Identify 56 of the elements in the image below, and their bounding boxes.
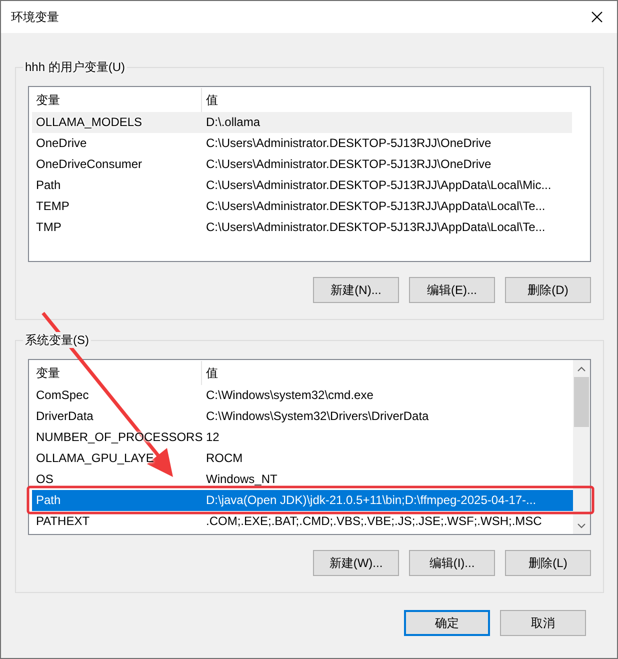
list-row[interactable]: OS Windows_NT bbox=[32, 469, 573, 490]
window-title: 环境变量 bbox=[11, 9, 59, 26]
variable-name: OneDrive bbox=[35, 135, 88, 152]
group-label: hhh 的用户变量(U) bbox=[23, 59, 128, 75]
variable-value: C:\Users\Administrator.DESKTOP-5J13RJJ\AppData\Local\Te... bbox=[205, 198, 546, 215]
variable-name: Path bbox=[35, 492, 62, 509]
variable-name: OS bbox=[35, 471, 54, 488]
variable-value: C:\Users\Administrator.DESKTOP-5J13RJJ\OneDrive bbox=[205, 135, 492, 152]
list-row[interactable]: PATHEXT .COM;.EXE;.BAT;.CMD;.VBS;.VBE;.JS;.JSE;.WSF;.WSH;.MSC bbox=[32, 511, 573, 532]
variable-value: C:\Users\Administrator.DESKTOP-5J13RJJ\AppData\Local\Mic... bbox=[205, 177, 552, 194]
close-icon bbox=[591, 11, 603, 23]
list-row[interactable]: ComSpec C:\Windows\system32\cmd.exe bbox=[32, 385, 573, 406]
scroll-up-icon[interactable] bbox=[577, 366, 586, 372]
action-button[interactable]: 删除(D) bbox=[505, 277, 591, 303]
list-row[interactable]: OneDriveConsumer C:\Users\Administrator.DESKTOP-5J13RJJ\OneDrive bbox=[32, 154, 572, 175]
variable-name: OLLAMA_GPU_LAYE bbox=[35, 450, 155, 467]
variable-value: .COM;.EXE;.BAT;.CMD;.VBS;.VBE;.JS;.JSE;.WSF;.WSH;.MSC bbox=[205, 513, 542, 530]
variable-value: Windows_NT bbox=[205, 471, 278, 488]
dialog-button[interactable]: 确定 bbox=[404, 610, 490, 636]
list-row[interactable]: OLLAMA_MODELS D:\.ollama bbox=[32, 112, 572, 133]
variable-name: TEMP bbox=[35, 198, 70, 215]
variable-name: OneDriveConsumer bbox=[35, 156, 144, 173]
action-button[interactable]: 编辑(I)... bbox=[409, 550, 495, 576]
list-row[interactable]: Path D:\java(Open JDK)\jdk-21.0.5+11\bin;D:\ffmpeg-2025-04-17-... bbox=[32, 490, 573, 511]
variable-value: C:\Users\Administrator.DESKTOP-5J13RJJ\AppData\Local\Te... bbox=[205, 219, 546, 236]
variable-value: C:\Users\Administrator.DESKTOP-5J13RJJ\OneDrive bbox=[205, 156, 492, 173]
list-row[interactable]: OLLAMA_GPU_LAYE ROCM bbox=[32, 448, 573, 469]
list-row[interactable]: DriverData C:\Windows\System32\Drivers\DriverData bbox=[32, 406, 573, 427]
action-button[interactable]: 编辑(E)... bbox=[409, 277, 495, 303]
variable-name: DriverData bbox=[35, 408, 94, 425]
scroll-thumb[interactable] bbox=[574, 377, 589, 427]
variable-value: 12 bbox=[205, 429, 220, 446]
scrollbar[interactable] bbox=[573, 360, 590, 534]
variable-name: OLLAMA_MODELS bbox=[35, 114, 144, 131]
action-button[interactable]: 删除(L) bbox=[505, 550, 591, 576]
variable-name: ComSpec bbox=[35, 387, 90, 404]
variable-name: Path bbox=[35, 177, 62, 194]
list-row[interactable]: TMP C:\Users\Administrator.DESKTOP-5J13RJJ\AppData\Local\Te... bbox=[32, 217, 572, 238]
action-button[interactable]: 新建(W)... bbox=[313, 550, 399, 576]
variable-name: TMP bbox=[35, 219, 62, 236]
scroll-down-icon[interactable] bbox=[577, 522, 586, 528]
column-header[interactable]: 值 bbox=[202, 361, 573, 385]
group-label: 系统变量(S) bbox=[23, 332, 91, 348]
action-button[interactable]: 新建(N)... bbox=[313, 277, 399, 303]
variable-value: ROCM bbox=[205, 450, 243, 467]
variable-value: C:\Windows\System32\Drivers\DriverData bbox=[205, 408, 429, 425]
variable-value: D:\java(Open JDK)\jdk-21.0.5+11\bin;D:\ffmpeg-2025-04-17-... bbox=[205, 492, 536, 509]
dialog-button[interactable]: 取消 bbox=[500, 610, 586, 636]
list-row[interactable]: OneDrive C:\Users\Administrator.DESKTOP-5J13RJJ\OneDrive bbox=[32, 133, 572, 154]
variable-value: D:\.ollama bbox=[205, 114, 260, 131]
variable-name: PATHEXT bbox=[35, 513, 91, 530]
list-row[interactable]: Path C:\Users\Administrator.DESKTOP-5J13RJJ\AppData\Local\Mic... bbox=[32, 175, 572, 196]
variable-value: C:\Windows\system32\cmd.exe bbox=[205, 387, 374, 404]
column-header[interactable]: 变量 bbox=[32, 361, 202, 385]
column-header[interactable]: 值 bbox=[202, 88, 590, 112]
list-row[interactable]: TEMP C:\Users\Administrator.DESKTOP-5J13RJJ\AppData\Local\Te... bbox=[32, 196, 572, 217]
